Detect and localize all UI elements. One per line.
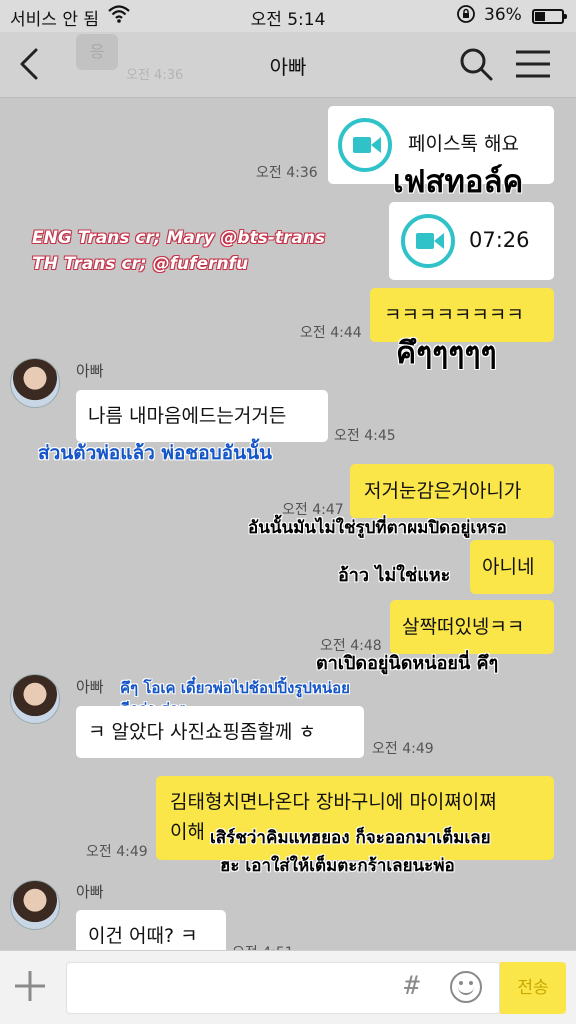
message-time: 오전 4:36 <box>256 165 318 181</box>
thai-translation: เสิร์ชว่าคิมแทฮยอง ก็จะออกมาเต็มเลย <box>210 828 491 848</box>
facetalk-duration-message[interactable]: 07:26 <box>389 202 554 280</box>
thai-translation: อันนั้นมันไม่ใช่รูปที่ตาผมปิดอยู่เหรอ <box>248 518 507 538</box>
thai-translation: คึๆๆๆๆๆ <box>396 336 497 371</box>
thai-translation: อ้าว ไม่ใช่แหะ <box>338 565 451 586</box>
hashtag-search-button[interactable]: # <box>404 971 420 1001</box>
video-call-icon <box>401 214 455 268</box>
thai-translation: ส่วนตัวพ่อแล้ว พ่อชอบอันนั้น <box>38 442 273 464</box>
message-text: 김태형치면나온다 장바구니에 마이쪄이쪄 <box>170 791 497 813</box>
sender-name: 아빠 <box>76 362 104 380</box>
message-text: 이건 어때? ㅋ <box>88 925 198 947</box>
my-message[interactable]: 저거눈감은거아니가 <box>350 464 554 518</box>
message-time: 오전 4:45 <box>334 428 396 444</box>
message-input-bar: # 전송 <box>0 950 576 1024</box>
translation-credit-eng: ENG Trans cr; Mary @bts-trans <box>32 228 326 248</box>
message-text: 페이스톡 해요 <box>408 133 519 155</box>
message-text: ㅋ 알았다 사진쇼핑좀할께 ㅎ <box>88 721 316 743</box>
message-text: 저거눈감은거아니가 <box>364 480 522 502</box>
message-time: 오전 4:49 <box>86 844 148 860</box>
message-text: 나름 내마음에드는거거든 <box>88 405 287 427</box>
translation-credit-th: TH Trans cr; @fufernfu <box>32 254 249 274</box>
message-text: 아니네 <box>482 556 535 578</box>
battery-icon <box>532 9 567 24</box>
my-message[interactable]: 살짝떠있넹ㅋㅋ <box>390 600 554 654</box>
battery-percent: 36% <box>484 5 522 25</box>
avatar[interactable] <box>10 674 60 724</box>
plus-icon[interactable] <box>12 968 48 1004</box>
rotation-lock-icon <box>456 4 476 29</box>
message-input[interactable] <box>66 962 500 1014</box>
emoji-icon[interactable] <box>450 971 482 1003</box>
video-call-icon <box>338 118 392 172</box>
thai-translation: เฟสทอล์ค <box>393 164 524 200</box>
hamburger-menu-icon[interactable] <box>514 48 552 80</box>
thai-translation: ฮะ เอาใส่ให้เต็มตะกร้าเลยนะพ่อ <box>220 856 455 876</box>
avatar[interactable] <box>10 880 60 930</box>
chat-header: 응 오전 4:36 아빠 <box>0 32 576 98</box>
sender-name: 아빠 <box>76 678 104 696</box>
chat-screen: 서비스 안 됨 오전 5:14 36% 응 오전 4:36 아빠 오전 4:36… <box>0 0 576 1024</box>
message-text: ㅋㅋㅋㅋㅋㅋㅋㅋ <box>384 304 524 326</box>
call-duration: 07:26 <box>469 228 530 252</box>
sender-name: 아빠 <box>76 883 104 901</box>
search-icon[interactable] <box>458 46 494 82</box>
status-bar: 서비스 안 됨 오전 5:14 36% <box>0 0 576 32</box>
thai-translation: ตาเปิดอยู่นิดหน่อยนี่ คึๆ <box>316 653 499 674</box>
message-text: 이해 <box>170 821 205 843</box>
send-button[interactable]: 전송 <box>500 962 566 1014</box>
their-message[interactable]: ㅋ 알았다 사진쇼핑좀할께 ㅎ <box>76 706 364 758</box>
message-time: 오전 4:44 <box>300 325 362 341</box>
message-time: 오전 4:49 <box>372 741 434 757</box>
avatar[interactable] <box>10 358 60 408</box>
their-message[interactable]: 나름 내마음에드는거거든 <box>76 390 328 442</box>
message-text: 살짝떠있넹ㅋㅋ <box>402 616 525 638</box>
my-message[interactable]: 아니네 <box>470 540 554 594</box>
